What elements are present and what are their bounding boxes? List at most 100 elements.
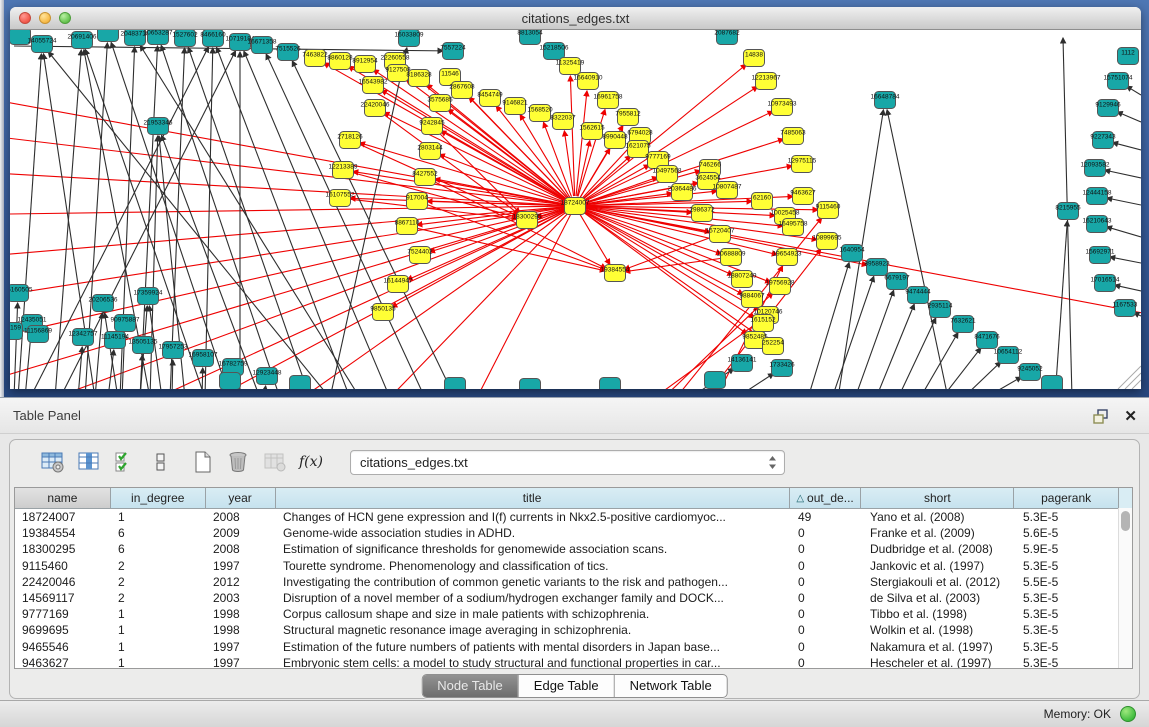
graph-node[interactable]: 2803144	[417, 143, 443, 160]
graph-node[interactable]: 1640954	[839, 245, 865, 262]
table-row[interactable]: 1456911722003Disruption of a novel membe…	[15, 590, 1132, 606]
graph-node[interactable]: 16543982	[359, 77, 388, 94]
graph-edge[interactable]	[1110, 257, 1141, 263]
graph-node[interactable]: 1733426	[769, 360, 795, 377]
graph-node[interactable]: 2867608	[449, 82, 475, 99]
graph-node[interactable]: 1527602	[172, 30, 198, 47]
table-row[interactable]: 946362711997Embryonic stem cells: a mode…	[15, 655, 1132, 669]
graph-edge[interactable]	[920, 333, 958, 389]
column-chooser-icon[interactable]	[76, 449, 102, 475]
graph-edge[interactable]	[264, 386, 266, 389]
graph-node[interactable]	[600, 378, 621, 390]
graph-node[interactable]: 1167533	[1113, 300, 1138, 317]
column-header-title[interactable]: title	[276, 488, 790, 508]
graph-node[interactable]: 10688809	[717, 249, 746, 266]
graph-node[interactable]: 8215955	[1055, 203, 1081, 220]
graph-edge[interactable]	[832, 276, 874, 389]
graph-node[interactable]: 7515526	[275, 44, 301, 61]
resize-grip-icon[interactable]	[1118, 366, 1141, 389]
graph-edge[interactable]	[1107, 198, 1141, 205]
graph-node[interactable]	[520, 379, 541, 390]
graph-node[interactable]: 8466160	[200, 30, 226, 47]
graph-node[interactable]: 2718126	[337, 132, 363, 149]
graph-edge[interactable]	[1117, 112, 1141, 122]
graph-node[interactable]: 1568520	[527, 105, 553, 122]
graph-edge[interactable]	[202, 368, 203, 389]
table-row[interactable]: 2242004622012Investigating the contribut…	[15, 574, 1132, 590]
graph-node[interactable]: 25160505	[10, 285, 33, 302]
select-rows-icon[interactable]	[112, 449, 138, 475]
graph-node[interactable]: 9245052	[1017, 364, 1043, 381]
network-canvas[interactable]: 1405572420691406204837191065328715276028…	[10, 30, 1141, 389]
graph-node[interactable]: 19384554	[601, 265, 630, 282]
graph-node[interactable]: 16648784	[871, 92, 900, 109]
graph-node[interactable]: 13505135	[129, 337, 158, 354]
graph-node[interactable]	[220, 373, 241, 390]
graph-node[interactable]: 16033809	[395, 30, 424, 47]
graph-edge[interactable]	[898, 318, 936, 389]
graph-node[interactable]: 17957253	[159, 342, 188, 359]
graph-edge[interactable]	[736, 373, 774, 389]
graph-node[interactable]: 20364486	[668, 184, 697, 201]
graph-node[interactable]: 1112	[1118, 48, 1139, 65]
graph-node[interactable]: 917004	[406, 193, 428, 210]
graph-node[interactable]: 9227343	[1090, 132, 1116, 149]
graph-edge[interactable]	[95, 313, 102, 389]
graph-node[interactable]: 15751074	[1104, 73, 1133, 90]
minimize-window-button[interactable]	[39, 12, 51, 24]
graph-edge[interactable]	[10, 208, 565, 350]
tab-node-table[interactable]: Node Table	[422, 675, 518, 697]
graph-edge[interactable]	[625, 258, 721, 271]
table-row[interactable]: 969969511998Structural magnetic resonanc…	[15, 622, 1132, 638]
graph-node[interactable]: 21953346	[144, 118, 173, 135]
graph-node[interactable]: 16640910	[574, 73, 603, 90]
graph-node[interactable]: 16958107	[189, 350, 218, 367]
graph-edge[interactable]	[942, 348, 981, 389]
graph-node[interactable]: 10653287	[144, 30, 173, 45]
graph-node[interactable]: 3575685	[427, 95, 453, 112]
graph-node[interactable]: 16495758	[779, 219, 808, 236]
graph-node[interactable]: 7955812	[615, 109, 641, 126]
graph-node[interactable]: 7632621	[950, 316, 976, 333]
graph-node[interactable]: 252254	[762, 338, 784, 355]
graph-node[interactable]: 14136141	[728, 355, 757, 372]
graph-node[interactable]: 2935114	[928, 301, 953, 318]
graph-edge[interactable]	[1055, 221, 1067, 389]
graph-edge[interactable]	[985, 377, 1021, 389]
graph-edge[interactable]	[1115, 285, 1141, 291]
graph-edge[interactable]	[1127, 86, 1141, 95]
graph-node[interactable]: 10899695	[813, 233, 842, 250]
graph-node[interactable]: 15720407	[706, 226, 735, 243]
graph-node[interactable]: 9463627	[790, 188, 816, 205]
graph-node[interactable]: 14838	[744, 50, 765, 67]
graph-node[interactable]: 7557224	[440, 43, 466, 60]
graph-edge[interactable]	[217, 47, 350, 389]
graph-node[interactable]: 8860128	[327, 53, 353, 70]
graph-node[interactable]: 20206536	[89, 295, 118, 312]
graph-node[interactable]	[705, 372, 726, 389]
graph-node[interactable]: 12093582	[1081, 160, 1110, 177]
graph-node[interactable]: 9146821	[502, 98, 528, 115]
graph-node[interactable]: 16144947	[384, 276, 413, 293]
graph-edge[interactable]	[441, 131, 567, 201]
table-row[interactable]: 977716911998Corpus callosum shape and si…	[15, 606, 1132, 622]
graph-node[interactable]: 8454749	[477, 90, 503, 107]
graph-node[interactable]: 1615152	[750, 315, 776, 332]
graph-node[interactable]: 8427552	[412, 169, 438, 186]
graph-edge[interactable]	[10, 130, 565, 205]
graph-node[interactable]: 6679197	[884, 273, 910, 290]
graph-node[interactable]: 17016514	[1091, 275, 1120, 292]
table-row[interactable]: 1872400712008Changes of HCN gene express…	[15, 509, 1132, 525]
graph-node[interactable]: 17359924	[134, 288, 163, 305]
graph-edge[interactable]	[1113, 143, 1141, 150]
graph-node[interactable]: 15218506	[540, 43, 569, 60]
table-row[interactable]: 946554611997Estimation of the future num…	[15, 639, 1132, 655]
graph-node[interactable]: 8867110	[395, 218, 420, 235]
graph-node[interactable]: 10973493	[768, 99, 797, 116]
column-header-in-degree[interactable]: in_degree	[111, 488, 206, 508]
graph-node[interactable]: 9884067	[739, 291, 765, 308]
graph-edge[interactable]	[172, 360, 173, 389]
graph-node[interactable]: 14055724	[28, 36, 57, 53]
graph-edge[interactable]	[576, 91, 587, 196]
graph-node[interactable]: 2087682	[714, 30, 740, 45]
